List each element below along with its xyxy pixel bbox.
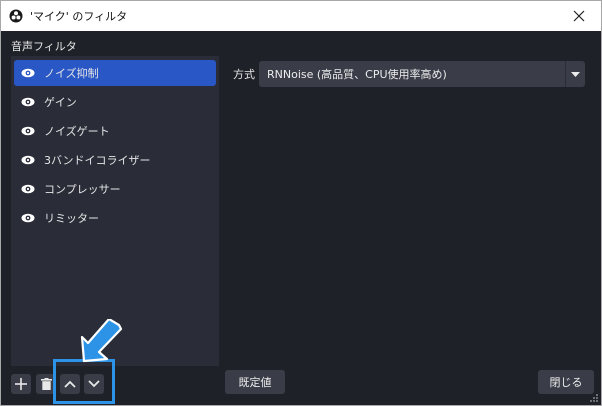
method-select-value: RNNoise (高品質、CPU使用率高め) — [267, 68, 447, 81]
eye-icon[interactable] — [21, 66, 35, 80]
method-label: 方式 — [233, 68, 255, 81]
chevron-down-icon — [565, 61, 585, 87]
defaults-button[interactable]: 既定値 — [225, 370, 285, 394]
obs-logo-icon — [8, 8, 24, 24]
filter-item-label: コンプレッサー — [44, 183, 121, 196]
method-row: 方式 RNNoise (高品質、CPU使用率高め) — [233, 61, 585, 87]
trash-icon — [40, 378, 52, 390]
annotation-arrow-icon — [80, 319, 123, 363]
filter-dialog: 'マイク' のフィルタ 音声フィルタ ノイズ抑制ゲインノイズゲート 3バンドイコラ… — [0, 0, 602, 406]
audio-filters-heading: 音声フィルタ — [11, 40, 77, 53]
filter-item[interactable]: リミッター — [14, 205, 216, 231]
close-button[interactable]: 閉じる — [538, 370, 594, 394]
filter-item[interactable]: ゲイン — [14, 89, 216, 115]
window-title: 'マイク' のフィルタ — [30, 10, 128, 23]
eye-icon[interactable] — [21, 153, 35, 167]
title-bar: 'マイク' のフィルタ — [1, 1, 601, 31]
add-filter-button[interactable] — [11, 374, 31, 394]
filter-item-label: リミッター — [44, 212, 99, 225]
filter-item[interactable]: 3バンドイコライザー — [14, 147, 216, 173]
close-icon — [573, 10, 585, 22]
eye-icon[interactable] — [21, 211, 35, 225]
filter-item[interactable]: ノイズ抑制 — [14, 60, 216, 86]
eye-icon[interactable] — [21, 182, 35, 196]
filter-item-label: ノイズ抑制 — [44, 67, 99, 80]
filter-item-label: 3バンドイコライザー — [44, 154, 151, 167]
filter-item[interactable]: コンプレッサー — [14, 176, 216, 202]
annotation-highlight-box — [53, 359, 115, 404]
resize-grip-icon[interactable] — [589, 393, 599, 403]
eye-icon[interactable] — [21, 124, 35, 138]
method-select[interactable]: RNNoise (高品質、CPU使用率高め) — [259, 61, 585, 87]
close-window-button[interactable] — [557, 1, 601, 31]
eye-icon[interactable] — [21, 95, 35, 109]
plus-icon — [15, 378, 27, 390]
filter-item-label: ノイズゲート — [44, 125, 110, 138]
filter-item[interactable]: ノイズゲート — [14, 118, 216, 144]
filter-item-label: ゲイン — [44, 96, 77, 109]
